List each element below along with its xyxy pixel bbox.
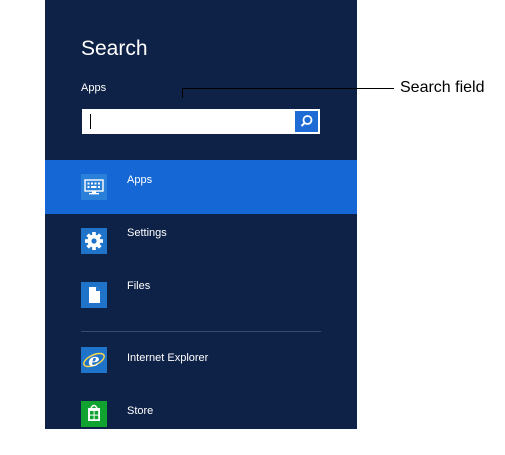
app-item-internet-explorer[interactable]: e Internet Explorer (45, 334, 357, 388)
divider (81, 331, 321, 332)
panel-title: Search (81, 37, 148, 60)
app-item-store[interactable]: Store (45, 388, 357, 429)
magnifier-icon (300, 115, 313, 127)
search-charm-panel: Search Apps Apps Settings Files e Intern… (45, 0, 357, 429)
text-caret (90, 114, 91, 129)
callout-line (182, 88, 394, 98)
store-icon (81, 401, 107, 427)
scope-item-label: Files (127, 280, 151, 292)
app-item-label: Store (127, 405, 154, 417)
search-scope-label: Apps (81, 82, 107, 94)
keyboard-icon (81, 174, 107, 200)
scope-item-settings[interactable]: Settings (45, 214, 357, 268)
gear-icon (81, 228, 107, 254)
scope-item-apps[interactable]: Apps (45, 160, 357, 214)
scope-item-label: Settings (127, 227, 167, 239)
svg-text:e: e (88, 350, 99, 371)
search-box (82, 109, 320, 134)
document-icon (81, 282, 107, 308)
search-input[interactable] (82, 109, 292, 134)
search-button[interactable] (295, 111, 318, 132)
scope-item-label: Apps (127, 174, 153, 186)
app-item-label: Internet Explorer (127, 352, 209, 364)
internet-explorer-icon: e (81, 347, 107, 373)
scope-item-files[interactable]: Files (45, 268, 357, 322)
callout-label: Search field (400, 79, 485, 96)
